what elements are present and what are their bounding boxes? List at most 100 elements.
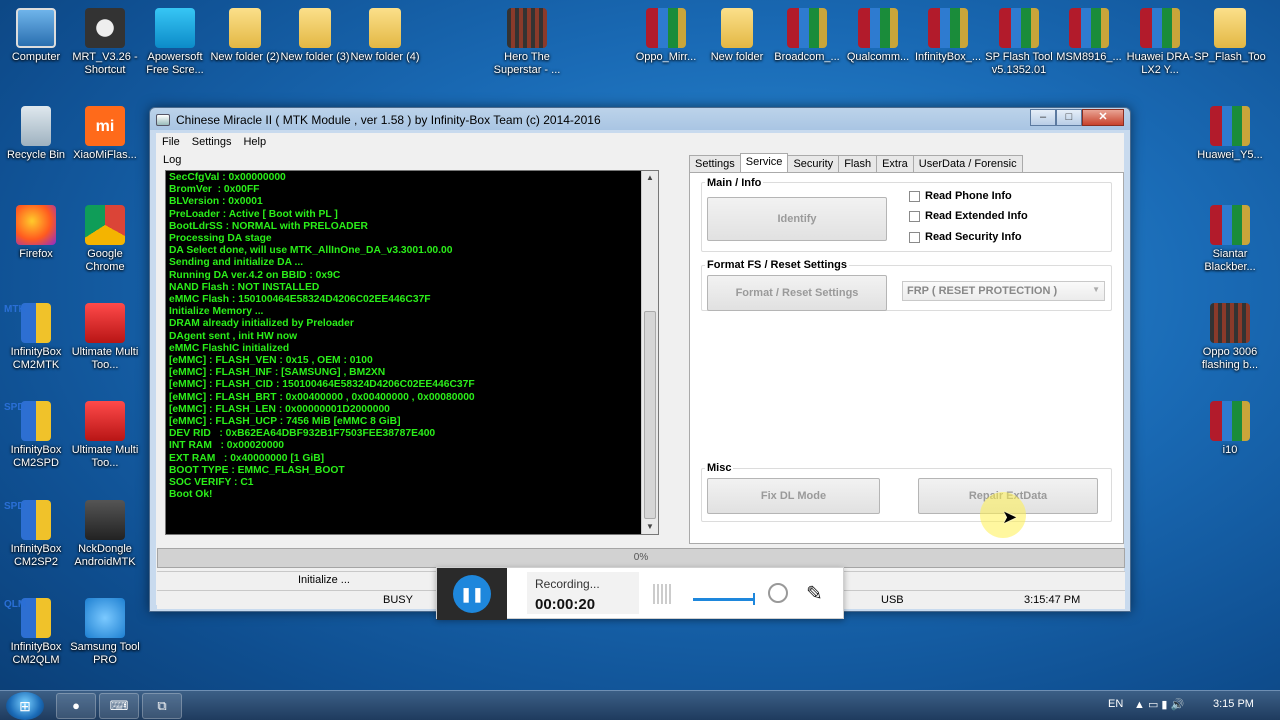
volume-slider[interactable] xyxy=(693,598,755,601)
desktop-icon-cm2spd[interactable]: SPD InfinityBox CM2SPD xyxy=(0,401,72,470)
log-line: SOC VERIFY : C1 xyxy=(169,477,254,489)
computer-icon xyxy=(16,8,56,48)
tab-service[interactable]: Service xyxy=(739,153,789,172)
chevron-down-icon: ▼ xyxy=(1092,285,1100,294)
desktop-icon-new-folder[interactable]: New folder xyxy=(701,8,773,64)
checkbox-box[interactable] xyxy=(909,210,920,222)
qlm-tag: QLM xyxy=(4,599,27,610)
start-button[interactable]: ⊞ xyxy=(6,692,44,720)
tab-settings[interactable]: Settings xyxy=(689,155,741,172)
window-titlebar[interactable]: Chinese Miracle II ( MTK Module , ver 1.… xyxy=(150,108,1130,132)
tab-flash[interactable]: Flash xyxy=(838,155,878,172)
minimize-button[interactable]: – xyxy=(1030,109,1056,126)
desktop-icon-label: New folder (4) xyxy=(350,51,420,63)
desktop-icon-oppo3006[interactable]: Oppo 3006 flashing b... xyxy=(1194,303,1266,372)
desktop-icon-ultimate-2[interactable]: Ultimate Multi Too... xyxy=(69,401,141,470)
taskbar-clock[interactable]: 3:15 PM xyxy=(1213,698,1254,710)
menu-settings[interactable]: Settings xyxy=(186,136,238,148)
desktop-icon-ultimate-1[interactable]: Ultimate Multi Too... xyxy=(69,303,141,372)
log-output[interactable]: SecCfgVal : 0x00000000 BromVer : 0x00FF BL… xyxy=(165,170,659,535)
desktop-icon-mrt[interactable]: MRT_V3.26 - Shortcut xyxy=(69,8,141,77)
webcam-icon[interactable] xyxy=(768,583,788,603)
window-title: Chinese Miracle II ( MTK Module , ver 1.… xyxy=(176,113,601,127)
log-line: [eMMC] : FLASH_VEN : 0x15 , OEM : 0100 xyxy=(169,355,373,367)
desktop-icon-new-folder-3[interactable]: New folder (3) xyxy=(279,8,351,64)
tab-userdata-forensic[interactable]: UserData / Forensic xyxy=(912,155,1023,172)
pen-icon[interactable]: ✎ xyxy=(806,581,823,606)
tab-security[interactable]: Security xyxy=(787,155,840,172)
winrar-icon xyxy=(1210,205,1250,245)
desktop-icon-label: Recycle Bin xyxy=(6,149,66,161)
menu-help[interactable]: Help xyxy=(237,136,272,148)
taskbar-keyboard-icon[interactable]: ⌨ xyxy=(99,693,139,719)
infinitybox-icon xyxy=(21,401,51,441)
desktop-icon-qualcomm[interactable]: Qualcomm... xyxy=(842,8,914,64)
scroll-thumb[interactable] xyxy=(644,311,656,519)
desktop-icon-samsung-tool[interactable]: Samsung Tool PRO xyxy=(69,598,141,667)
desktop-icon-label: New folder (3) xyxy=(280,51,350,63)
desktop-icon-computer[interactable]: Computer xyxy=(0,8,72,64)
desktop-icon-cm2sp2[interactable]: SPD InfinityBox CM2SP2 xyxy=(0,500,72,569)
desktop-icon-sp-flash-too[interactable]: SP_Flash_Too xyxy=(1194,8,1266,64)
desktop-icon-firefox[interactable]: Firefox xyxy=(0,205,72,261)
desktop-icon-chrome[interactable]: Google Chrome xyxy=(69,205,141,274)
desktop-icon-cm2mtk[interactable]: MTK InfinityBox CM2MTK xyxy=(0,303,72,372)
read-extended-info-checkbox[interactable]: Read Extended Info xyxy=(909,210,1028,222)
volume-slider-handle[interactable] xyxy=(753,593,755,605)
fix-dl-mode-button[interactable]: Fix DL Mode xyxy=(707,478,880,514)
desktop-icon-recycle-bin[interactable]: Recycle Bin xyxy=(0,106,72,162)
progress-bar: 0% xyxy=(157,548,1125,568)
checkbox-box[interactable] xyxy=(909,190,920,202)
desktop-icon-new-folder-2[interactable]: New folder (2) xyxy=(209,8,281,64)
desktop-icon-cm2qlm[interactable]: QLM InfinityBox CM2QLM xyxy=(0,598,72,667)
desktop-icon-label: InfinityBox CM2SP2 xyxy=(10,543,62,568)
close-button[interactable]: ✕ xyxy=(1082,109,1124,126)
menu-file[interactable]: File xyxy=(156,136,186,148)
scroll-up-icon[interactable]: ▲ xyxy=(642,171,658,185)
desktop-icon-label: i10 xyxy=(1222,444,1238,456)
log-line: SecCfgVal : 0x00000000 xyxy=(169,172,286,183)
format-reset-button[interactable]: Format / Reset Settings xyxy=(707,275,887,311)
desktop-icon-label: New folder xyxy=(710,51,764,63)
taskbar-firefox-icon[interactable]: ● xyxy=(56,693,96,719)
maximize-button[interactable]: □ xyxy=(1056,109,1082,126)
winrar-icon xyxy=(646,8,686,48)
tab-extra[interactable]: Extra xyxy=(876,155,914,172)
desktop-icon-oppo-mirr[interactable]: Oppo_Mirr... xyxy=(630,8,702,64)
desktop-icon-hero-video[interactable]: Hero The Superstar - ... xyxy=(491,8,563,77)
winrar-icon xyxy=(1210,106,1250,146)
taskbar-app-icon[interactable]: ⧉ xyxy=(142,693,182,719)
desktop-icon-infinitybox-rar[interactable]: InfinityBox_... xyxy=(912,8,984,64)
recycle-bin-icon xyxy=(21,106,51,146)
scroll-down-icon[interactable]: ▼ xyxy=(642,520,658,534)
identify-button[interactable]: Identify xyxy=(707,197,887,241)
spd-tag: SPD xyxy=(4,402,25,413)
desktop-icon-apowersoft[interactable]: Apowersoft Free Scre... xyxy=(139,8,211,77)
desktop-icon-nckdongle[interactable]: NckDongle AndroidMTK xyxy=(69,500,141,569)
desktop-icon-msm8916[interactable]: MSM8916_... xyxy=(1053,8,1125,64)
desktop-icon-i10[interactable]: i10 xyxy=(1194,401,1266,457)
pause-button[interactable]: ❚❚ xyxy=(453,575,491,613)
checkbox-box[interactable] xyxy=(909,231,920,243)
desktop-icon-huawei-dra[interactable]: Huawei DRA-LX2 Y... xyxy=(1124,8,1196,77)
tray-icons[interactable]: ▲ ▭ ▮ 🔊 xyxy=(1134,698,1184,711)
desktop-icon-huawei-y5[interactable]: Huawei_Y5... xyxy=(1194,106,1266,162)
chrome-icon xyxy=(85,205,125,245)
desktop-icon-broadcom[interactable]: Broadcom_... xyxy=(771,8,843,64)
read-security-info-checkbox[interactable]: Read Security Info xyxy=(909,231,1022,243)
taskbar: ⊞ ● ⌨ ⧉ EN ▲ ▭ ▮ 🔊 3:15 PM xyxy=(0,690,1280,720)
log-line: EXT RAM : 0x40000000 [1 GiB] xyxy=(169,452,325,464)
log-lines: SecCfgVal : 0x00000000 BromVer : 0x00FF BL… xyxy=(169,172,655,501)
winrar-icon xyxy=(999,8,1039,48)
desktop-icon-new-folder-4[interactable]: New folder (4) xyxy=(349,8,421,64)
desktop-icon-label: Oppo 3006 flashing b... xyxy=(1201,346,1259,371)
language-indicator[interactable]: EN xyxy=(1108,698,1123,710)
frp-select[interactable]: FRP ( RESET PROTECTION ) ▼ xyxy=(902,281,1105,301)
desktop-icon-siantar[interactable]: Siantar Blackber... xyxy=(1194,205,1266,274)
read-phone-info-checkbox[interactable]: Read Phone Info xyxy=(909,190,1012,202)
desktop-icon-xiaomiflash[interactable]: mi XiaoMiFlas... xyxy=(69,106,141,162)
log-label: Log xyxy=(163,154,182,166)
log-scrollbar[interactable]: ▲ ▼ xyxy=(641,171,658,534)
desktop-icon-sp-flash-tool[interactable]: SP Flash Tool v5.1352.01 xyxy=(983,8,1055,77)
log-line: DEV RID : 0xB62EA64DBF932B1F7503FEE38787… xyxy=(169,428,436,440)
